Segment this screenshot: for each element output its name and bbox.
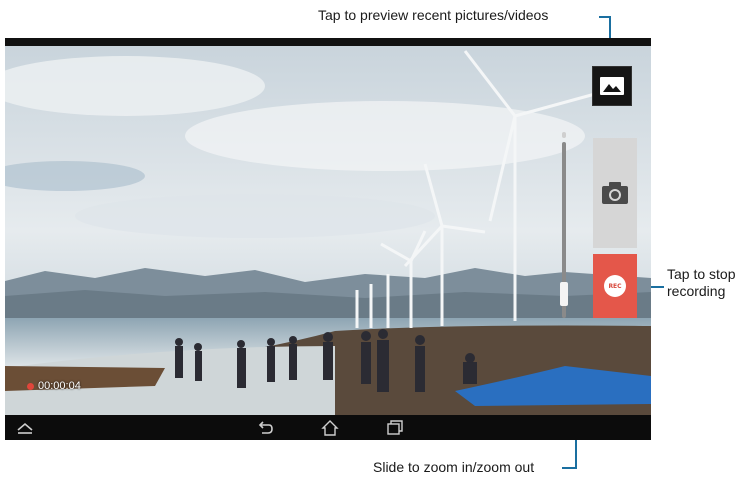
record-stop-icon: REC xyxy=(604,275,626,297)
camera-viewfinder[interactable] xyxy=(5,46,651,416)
callout-stop-label-line2: recording xyxy=(667,283,726,299)
home-icon[interactable] xyxy=(320,418,340,438)
callout-zoom-label: Slide to zoom in/zoom out xyxy=(373,459,535,475)
navigation-toggle-icon[interactable] xyxy=(15,418,35,438)
recording-timer: 00:00:04 xyxy=(27,380,81,392)
recording-indicator-icon xyxy=(27,382,34,390)
recent-apps-icon[interactable] xyxy=(385,418,405,438)
gallery-preview-button[interactable] xyxy=(592,66,632,106)
gallery-thumbnail-icon xyxy=(600,77,624,95)
back-icon[interactable] xyxy=(255,418,275,438)
callout-zoom-line-h xyxy=(562,467,577,469)
callout-stop-label-line1: Tap to stop xyxy=(667,266,736,282)
zoom-slider-thumb[interactable] xyxy=(560,281,568,306)
recording-time-text: 00:00:04 xyxy=(38,380,81,392)
camera-icon xyxy=(602,182,628,204)
take-photo-button[interactable] xyxy=(593,138,637,248)
tablet-screen: 00:00:04 REC xyxy=(5,38,651,440)
zoom-slider-end xyxy=(562,132,566,138)
stop-recording-button[interactable]: REC xyxy=(593,254,637,318)
system-navigation-bar xyxy=(5,415,651,440)
callout-preview-label: Tap to preview recent pictures/videos xyxy=(318,7,549,23)
rec-label: REC xyxy=(608,282,622,290)
